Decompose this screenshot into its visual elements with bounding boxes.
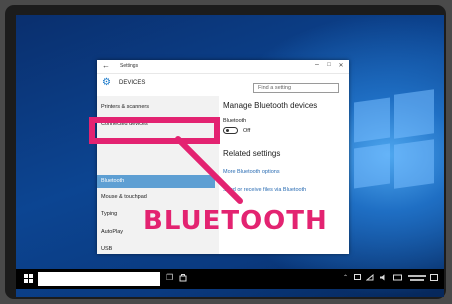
monitor-frame: ← Settings – □ ✕ ⚙ DEVICES Find a settin… — [5, 5, 446, 299]
desktop: ← Settings – □ ✕ ⚙ DEVICES Find a settin… — [16, 15, 444, 297]
start-button[interactable] — [24, 274, 34, 284]
task-view-icon[interactable]: ❐ — [166, 273, 173, 282]
taskbar-search-box[interactable] — [38, 272, 160, 286]
taskbar: ❐ ⌃ — [16, 269, 444, 289]
pointer-arrow — [175, 136, 243, 204]
clock[interactable] — [408, 274, 426, 285]
overlay-label: BLUETOOTH — [143, 206, 328, 236]
notification-icon[interactable] — [354, 274, 361, 283]
action-center-icon[interactable] — [430, 274, 438, 284]
network-icon[interactable] — [365, 273, 374, 283]
store-icon[interactable] — [179, 273, 187, 284]
volume-icon[interactable] — [379, 274, 387, 283]
keyboard-icon[interactable] — [393, 274, 402, 283]
up-arrow-icon[interactable]: ⌃ — [343, 274, 348, 281]
